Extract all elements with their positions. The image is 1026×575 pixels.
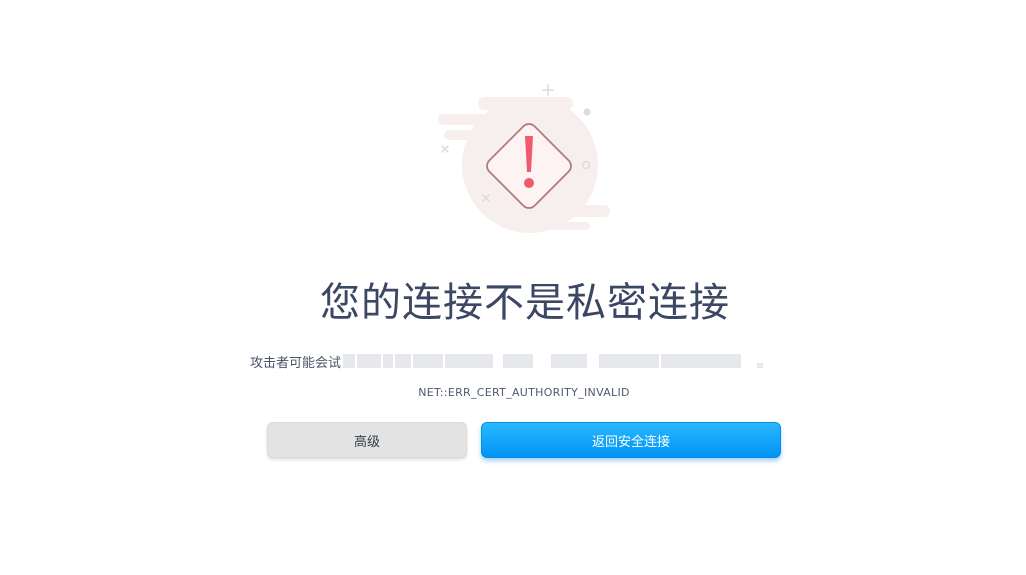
warning-illustration [430,80,620,240]
back-to-safety-button[interactable]: 返回安全连接 [481,422,781,458]
error-code: NET::ERR_CERT_AUTHORITY_INVALID [418,386,630,399]
description: 攻击者可能会试 [250,352,765,371]
advanced-button-label: 高级 [353,434,380,450]
advanced-button[interactable]: 高级 [267,422,467,458]
security-warning-page: 您的连接不是私密连接 攻击者可能会试 NET::ERR_CERT_AUTHORI… [0,0,1026,575]
back-to-safety-button-label: 返回安全连接 [591,434,670,450]
warning-diamond-icon [438,84,610,233]
page-title: 您的连接不是私密连接 [320,280,730,326]
description-text: 攻击者可能会试 [250,355,342,371]
redacted-text [343,353,765,369]
